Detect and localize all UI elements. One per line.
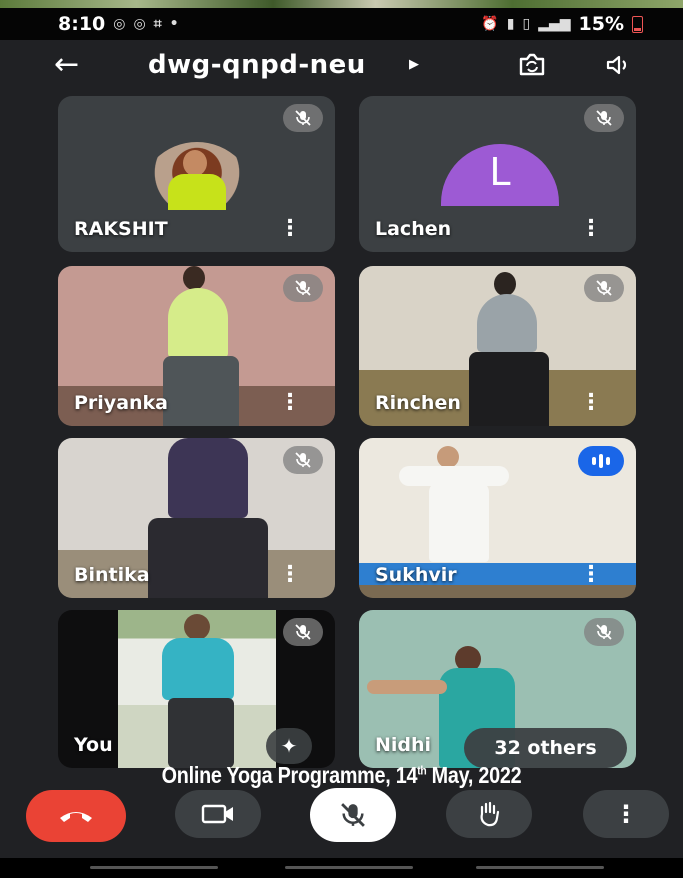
end-call-button[interactable] [26, 790, 126, 842]
mic-off-icon [584, 618, 624, 646]
nav-back-icon[interactable] [476, 866, 604, 869]
caret-right-icon[interactable]: ▶ [409, 57, 419, 72]
participant-tile-priyanka[interactable]: Priyanka ⋮ [58, 266, 335, 426]
self-view-video[interactable] [118, 610, 276, 768]
participant-name: RAKSHIT [74, 218, 168, 240]
participant-name: You [74, 734, 113, 756]
more-options-icon[interactable]: ⋮ [279, 392, 301, 414]
participant-name: Nidhi [375, 734, 432, 756]
participant-name: Lachen [375, 218, 452, 240]
end-call-icon [60, 812, 92, 822]
volte-icon: ▯ [522, 16, 531, 32]
switch-camera-icon[interactable] [516, 53, 548, 77]
participant-tile-rakshit[interactable]: RAKSHIT ⋮ [58, 96, 335, 252]
camera-toggle-button[interactable] [175, 790, 261, 838]
system-nav-bar [0, 858, 683, 878]
participant-tile-rinchen[interactable]: Rinchen ⋮ [359, 266, 636, 426]
mic-off-icon [283, 104, 323, 132]
mic-off-icon [584, 104, 624, 132]
dot-icon: • [169, 16, 179, 32]
alarm-icon: ⏰ [481, 16, 499, 32]
sparkle-icon: ✦ [280, 734, 298, 758]
battery-percent: 15% [578, 13, 624, 35]
nav-recents-icon[interactable] [90, 866, 218, 869]
more-options-icon[interactable]: ⋮ [580, 392, 602, 414]
participant-tile-sukhvir[interactable]: Sukhvir ⋮ [359, 438, 636, 598]
meeting-code[interactable]: dwg-qnpd-neu [148, 50, 366, 80]
speaker-icon[interactable] [605, 54, 633, 76]
more-options-button[interactable]: ⋮ [583, 790, 669, 838]
nav-home-icon[interactable] [285, 866, 413, 869]
participant-tile-bintika[interactable]: Bintika ⋮ [58, 438, 335, 598]
call-controls: ⋮ [0, 784, 683, 856]
raise-hand-icon [480, 801, 500, 827]
camera-icon [201, 804, 233, 824]
photo-strip [0, 0, 683, 8]
signal-icon: ▮ [506, 16, 515, 32]
more-options-icon[interactable]: ⋮ [580, 218, 602, 240]
avatar: L [441, 144, 559, 206]
mic-off-icon [584, 274, 624, 302]
mic-off-icon [283, 446, 323, 474]
more-vert-icon: ⋮ [614, 800, 638, 828]
raise-hand-button[interactable] [446, 790, 532, 838]
status-bar: 8:10 ◎ ◎ ⌗ • ⏰ ▮ ▯ ▂▄▆ 15% [0, 8, 683, 40]
mic-off-icon [341, 803, 365, 827]
visual-effects-button[interactable]: ✦ [266, 728, 312, 764]
participant-tile-lachen[interactable]: L Lachen ⋮ [359, 96, 636, 252]
participant-name: Rinchen [375, 392, 461, 414]
whatsapp-icon: ◎ [113, 16, 126, 32]
screenshot-icon: ⌗ [153, 16, 162, 32]
signal-icon: ▂▄▆ [538, 16, 571, 32]
participant-name: Bintika [74, 564, 150, 586]
battery-icon [632, 15, 643, 33]
more-options-icon[interactable]: ⋮ [279, 218, 301, 240]
mic-toggle-button[interactable] [310, 788, 396, 842]
participant-name: Priyanka [74, 392, 168, 414]
mic-off-icon [283, 618, 323, 646]
avatar [138, 142, 256, 210]
speaking-indicator-icon [578, 446, 624, 476]
whatsapp-icon: ◎ [133, 16, 146, 32]
top-bar: ← dwg-qnpd-neu ▶ [0, 40, 683, 95]
more-options-icon[interactable]: ⋮ [580, 564, 602, 586]
mic-off-icon [283, 274, 323, 302]
meet-call-screen: ← dwg-qnpd-neu ▶ RAKSHIT ⋮ L Lachen ⋮ Pr… [0, 40, 683, 878]
status-time: 8:10 [58, 13, 106, 35]
participant-name: Sukhvir [375, 564, 457, 586]
more-options-icon[interactable]: ⋮ [279, 564, 301, 586]
back-arrow-icon[interactable]: ← [54, 50, 79, 80]
